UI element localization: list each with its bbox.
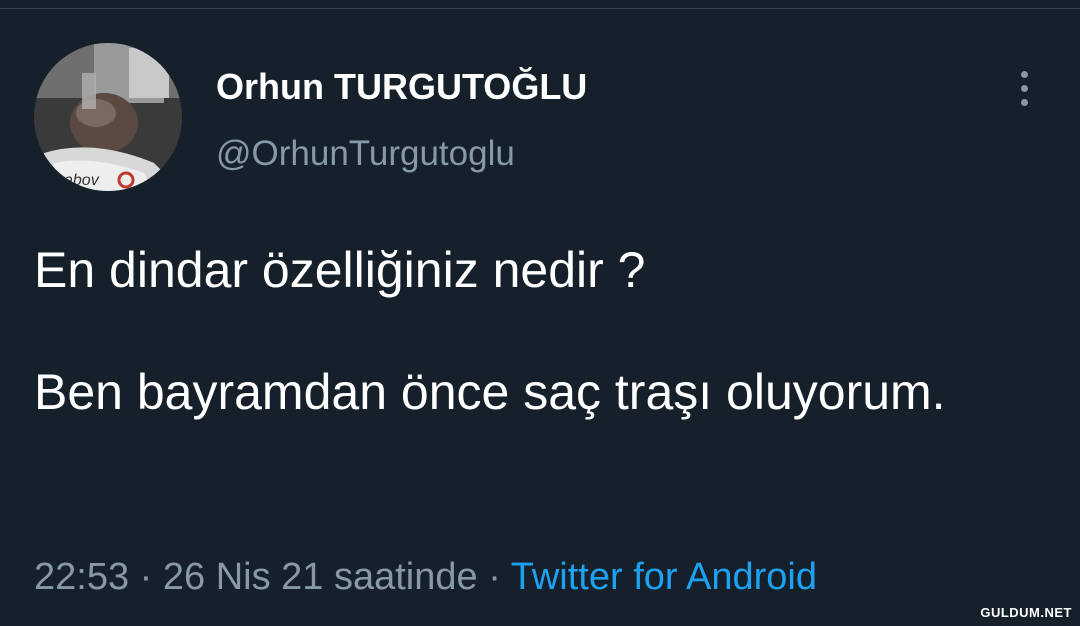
avatar-photo: abov [34,43,182,191]
meta-separator: · [129,556,163,598]
tweet-meta: 22:53 · 26 Nis 21 saatinde · Twitter for… [34,556,817,599]
tweet-paragraph: Ben bayramdan önce saç traşı oluyorum. [34,364,946,420]
watermark: GULDUM.NET [980,605,1072,620]
tweet-date[interactable]: 26 Nis 21 saatinde [163,556,478,598]
tweet-source-link[interactable]: Twitter for Android [511,556,817,598]
more-vertical-icon-dot [1020,84,1028,92]
more-options-button[interactable] [1008,66,1040,110]
more-vertical-icon [1020,70,1028,78]
tweet-text: En dindar özelliğiniz nedir ? Ben bayram… [34,240,994,423]
author-handle[interactable]: @OrhunTurgutoglu [216,134,515,174]
meta-separator: · [477,556,511,598]
tweet-time[interactable]: 22:53 [34,556,129,598]
more-vertical-icon-dot [1020,98,1028,106]
avatar[interactable]: abov [34,43,182,191]
top-divider [0,8,1080,9]
tweet-paragraph: En dindar özelliğiniz nedir ? [34,242,646,298]
svg-text:abov: abov [64,172,100,189]
author-display-name[interactable]: Orhun TURGUTOĞLU [216,66,587,108]
